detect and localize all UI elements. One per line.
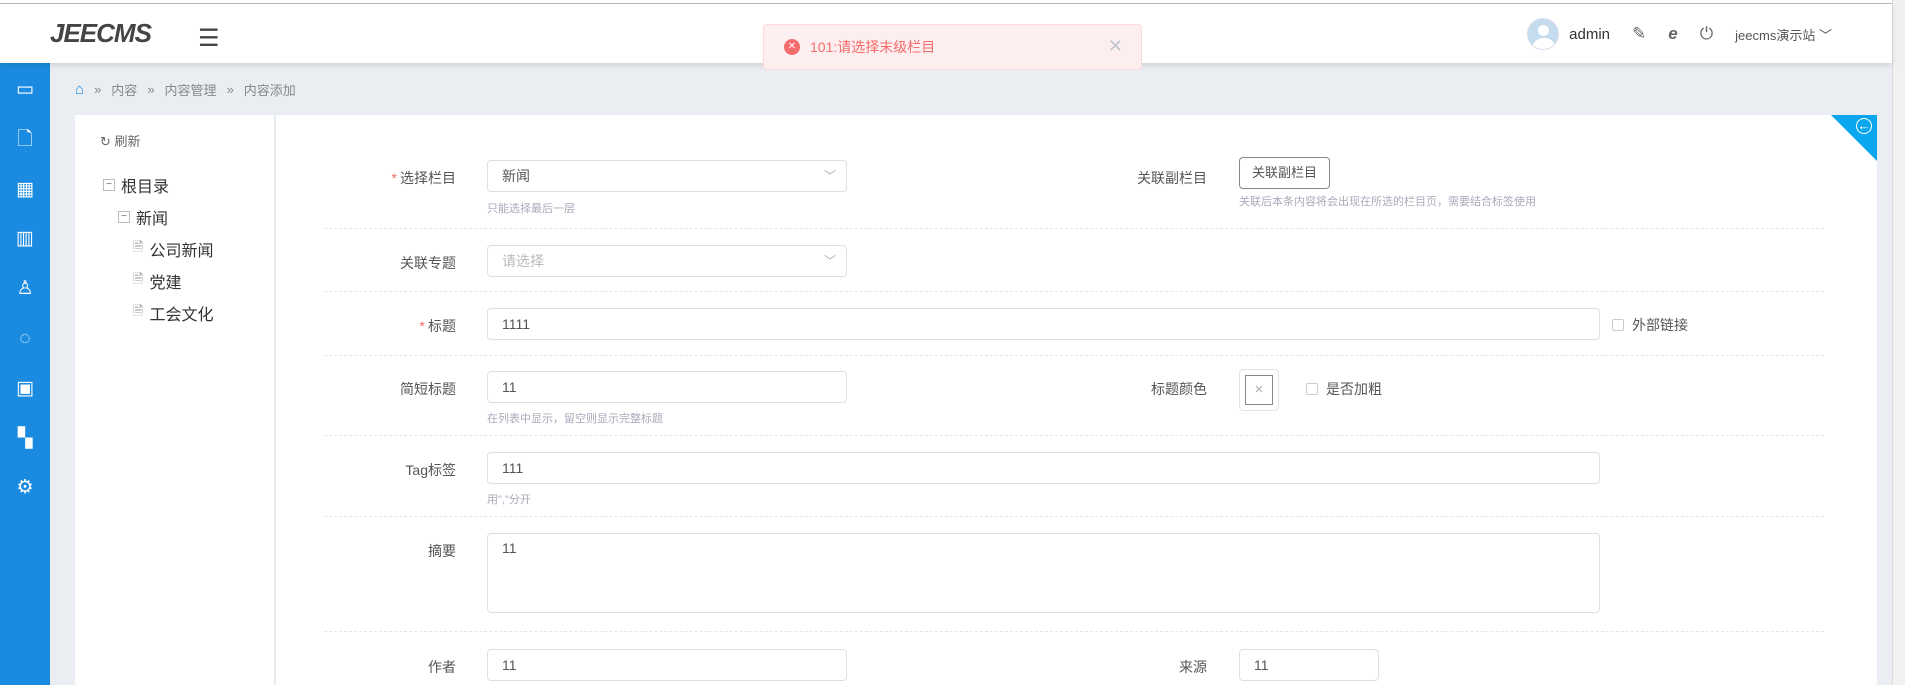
menu-toggle-icon[interactable]: ☰ [198, 24, 220, 53]
divider [324, 291, 1824, 292]
file-icon: 🗎 [133, 271, 144, 286]
short-title-hint: 在列表中显示，留空则显示完整标题 [487, 413, 663, 425]
tree-node-leaf[interactable]: 🗎 公司新闻 [133, 237, 213, 261]
title-label: * 标题 [419, 318, 456, 334]
channel-select[interactable]: 新闻 ﹀ [487, 160, 847, 192]
separator-icon: » [226, 82, 234, 97]
tree-label: 党建 [149, 275, 182, 292]
site-selector[interactable]: jeecms演示站 ﹀ [1735, 25, 1832, 44]
document-icon[interactable]: 🗋 [12, 127, 38, 153]
user-menu[interactable]: admin [1527, 18, 1610, 50]
home-icon[interactable]: ⌂ [75, 81, 84, 98]
chevron-down-icon: ﹀ [1818, 27, 1832, 43]
sub-channel-label: 关联副栏目 [1137, 170, 1207, 186]
tree-node-news[interactable]: − 新闻 [118, 205, 168, 229]
divider [324, 355, 1824, 356]
divider [324, 631, 1824, 632]
external-link-checkbox[interactable]: 外部链接 [1612, 315, 1688, 335]
separator-icon: » [94, 82, 102, 97]
collapse-icon[interactable]: − [118, 211, 130, 223]
logo: JEECMS [50, 18, 152, 48]
error-icon: ✕ [784, 39, 800, 55]
sync-icon[interactable]: ◌ [12, 326, 38, 352]
tree-node-root[interactable]: − 根目录 [103, 173, 169, 197]
user-icon[interactable]: ♙ [12, 276, 38, 302]
page-scrollbar[interactable] [1892, 0, 1905, 685]
channel-label: * 选择栏目 [391, 170, 456, 186]
file-icon: 🗎 [133, 239, 144, 254]
divider [324, 228, 1824, 229]
breadcrumb-item[interactable]: 内容 [111, 80, 137, 99]
summary-textarea[interactable]: 11 [487, 533, 1600, 613]
author-input[interactable]: 11 [487, 649, 847, 681]
topic-select[interactable]: 请选择 ﹀ [487, 245, 847, 277]
settings-icon[interactable]: ⚙ [12, 475, 38, 501]
close-icon[interactable]: ✕ [1108, 36, 1123, 57]
modules-icon[interactable]: ▚ [12, 426, 38, 452]
tree-label: 根目录 [121, 179, 170, 196]
chevron-down-icon: ﹀ [823, 254, 836, 268]
sub-channel-button[interactable]: 关联副栏目 [1239, 157, 1331, 189]
divider [324, 516, 1824, 517]
user-edit-icon[interactable]: ✎ [1632, 24, 1646, 44]
tags-label: Tag标签 [405, 462, 456, 478]
short-title-input[interactable]: 11 [487, 371, 847, 403]
author-label: 作者 [428, 659, 456, 675]
power-icon[interactable]: ⏻ [1700, 24, 1713, 44]
chart-icon[interactable]: ▥ [12, 226, 38, 252]
tags-input[interactable]: 111 [487, 452, 1600, 484]
archive-icon[interactable]: ▣ [12, 376, 38, 402]
checkbox-label: 是否加粗 [1326, 381, 1382, 397]
error-toast: ✕ 101:请选择末级栏目 ✕ [763, 24, 1142, 70]
channel-value: 新闻 [502, 168, 530, 184]
tree-label: 公司新闻 [149, 243, 214, 260]
refresh-label: 刷新 [114, 134, 141, 149]
topic-placeholder: 请选择 [502, 253, 544, 269]
site-name: jeecms演示站 [1735, 27, 1816, 43]
avatar [1527, 18, 1560, 50]
empty-color-icon: ✕ [1245, 375, 1273, 405]
tags-hint: 用","分开 [487, 494, 531, 506]
short-title-label: 简短标题 [400, 381, 456, 397]
chevron-down-icon: ﹀ [823, 169, 836, 183]
content-form: ← * 选择栏目 新闻 ﹀ 只能选择最后一层 关联副栏目 关联副栏目 关联后本条内容… [276, 115, 1877, 685]
sidebar: ▭ 🗋 ▦ ▥ ♙ ◌ ▣ ▚ ⚙ [0, 63, 50, 685]
refresh-icon: ↻ [100, 134, 111, 149]
divider [324, 435, 1824, 436]
title-color-label: 标题颜色 [1151, 381, 1207, 397]
collapse-arrow-icon[interactable]: ← [1856, 118, 1872, 134]
title-color-picker[interactable]: ✕ [1239, 369, 1279, 411]
browser-icon[interactable]: e [1668, 24, 1677, 44]
channel-hint: 只能选择最后一层 [487, 203, 575, 215]
sub-channel-hint: 关联后本条内容将会出现在所选的栏目页，需要结合标签使用 [1239, 196, 1536, 208]
grid-icon[interactable]: ▦ [12, 177, 38, 203]
source-input[interactable]: 11 [1239, 649, 1379, 681]
tree-node-leaf[interactable]: 🗎 党建 [133, 269, 181, 293]
username: admin [1569, 25, 1610, 43]
collapse-icon[interactable]: − [103, 179, 115, 191]
summary-label: 摘要 [428, 543, 456, 559]
bold-checkbox[interactable]: 是否加粗 [1306, 379, 1382, 399]
toast-message: 101:请选择末级栏目 [810, 39, 936, 55]
tree-label: 工会文化 [149, 307, 214, 324]
title-input[interactable]: 1111 [487, 308, 1600, 340]
refresh-button[interactable]: ↻ 刷新 [100, 131, 141, 150]
user-area: admin ✎ e ⏻ jeecms演示站 ﹀ [1527, 18, 1832, 50]
breadcrumb-item[interactable]: 内容管理 [165, 80, 217, 99]
separator-icon: » [147, 82, 155, 97]
channel-tree-panel: ↻ 刷新 − 根目录 − 新闻 🗎 公司新闻 🗎 党建 🗎 工会文化 [75, 115, 275, 685]
source-label: 来源 [1179, 659, 1207, 675]
tree-label: 新闻 [136, 211, 169, 228]
checkbox-label: 外部链接 [1632, 317, 1688, 333]
topic-label: 关联专题 [400, 255, 456, 271]
file-icon: 🗎 [133, 303, 144, 318]
breadcrumb-item: 内容添加 [243, 83, 296, 98]
breadcrumb: ⌂ » 内容 » 内容管理 » 内容添加 [75, 80, 296, 99]
tree-node-leaf[interactable]: 🗎 工会文化 [133, 301, 213, 325]
monitor-icon[interactable]: ▭ [12, 77, 38, 103]
